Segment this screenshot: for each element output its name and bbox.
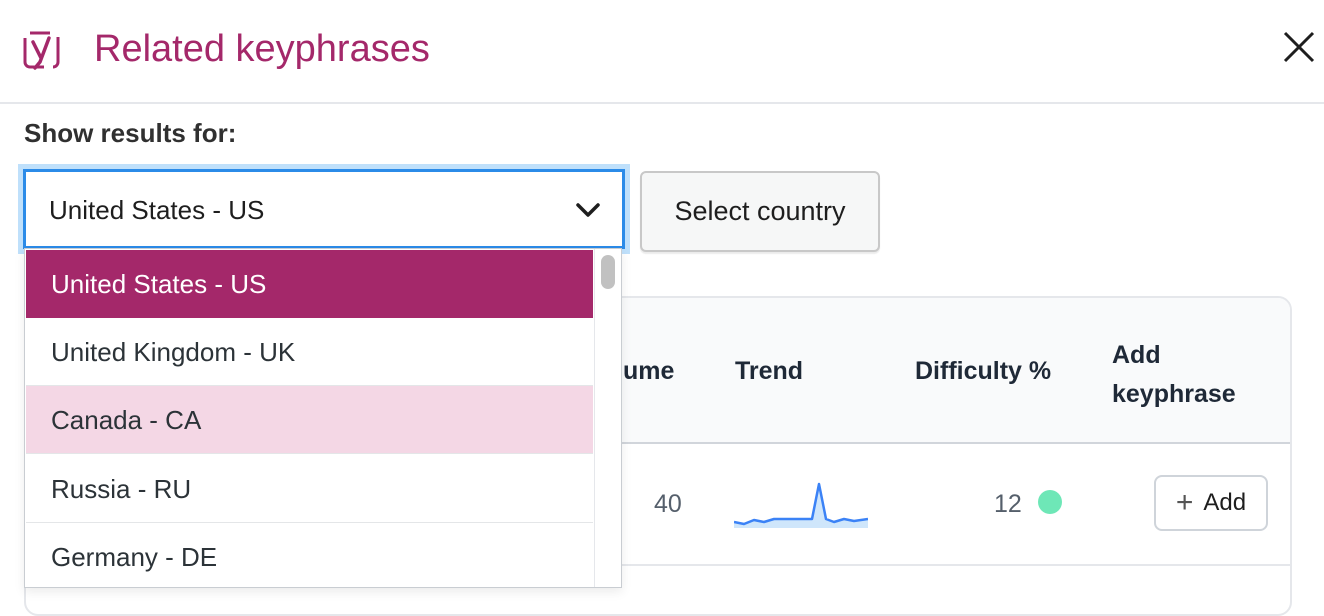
header-add-line2: keyphrase bbox=[1112, 380, 1236, 408]
difficulty-indicator bbox=[1038, 490, 1062, 514]
option-germany[interactable]: Germany - DE bbox=[26, 523, 593, 587]
header-volume: lume bbox=[616, 357, 675, 385]
add-button-label: Add bbox=[1203, 489, 1247, 516]
country-select-value: United States - US bbox=[49, 195, 265, 225]
header-add-keyphrase: Add keyphrase bbox=[1112, 336, 1236, 414]
show-results-label: Show results for: bbox=[24, 118, 237, 148]
dropdown-scroll-thumb[interactable] bbox=[601, 255, 615, 289]
trend-sparkline bbox=[734, 482, 868, 528]
add-keyphrase-button[interactable]: + Add bbox=[1154, 475, 1268, 531]
chevron-down-icon bbox=[576, 203, 600, 217]
option-russia[interactable]: Russia - RU bbox=[26, 455, 593, 523]
modal-title: Related keyphrases bbox=[94, 28, 430, 70]
option-canada[interactable]: Canada - CA bbox=[26, 386, 593, 454]
difficulty-value: 12 bbox=[994, 490, 1022, 518]
close-icon[interactable] bbox=[1282, 30, 1316, 64]
country-select[interactable]: United States - US bbox=[23, 169, 625, 249]
yoast-logo-icon bbox=[23, 31, 60, 70]
header-difficulty: Difficulty % bbox=[915, 357, 1052, 385]
volume-value: 40 bbox=[654, 490, 682, 518]
option-united-states[interactable]: United States - US bbox=[26, 250, 593, 318]
plus-icon: + bbox=[1175, 486, 1194, 519]
dropdown-scrollbar[interactable] bbox=[594, 249, 621, 587]
header-add-line1: Add bbox=[1112, 341, 1161, 369]
option-united-kingdom[interactable]: United Kingdom - UK bbox=[26, 318, 593, 386]
country-dropdown-list[interactable]: United States - US United Kingdom - UK C… bbox=[24, 248, 622, 588]
select-country-button[interactable]: Select country bbox=[640, 171, 880, 252]
modal-header: Related keyphrases bbox=[0, 0, 1324, 104]
header-trend: Trend bbox=[735, 357, 804, 385]
